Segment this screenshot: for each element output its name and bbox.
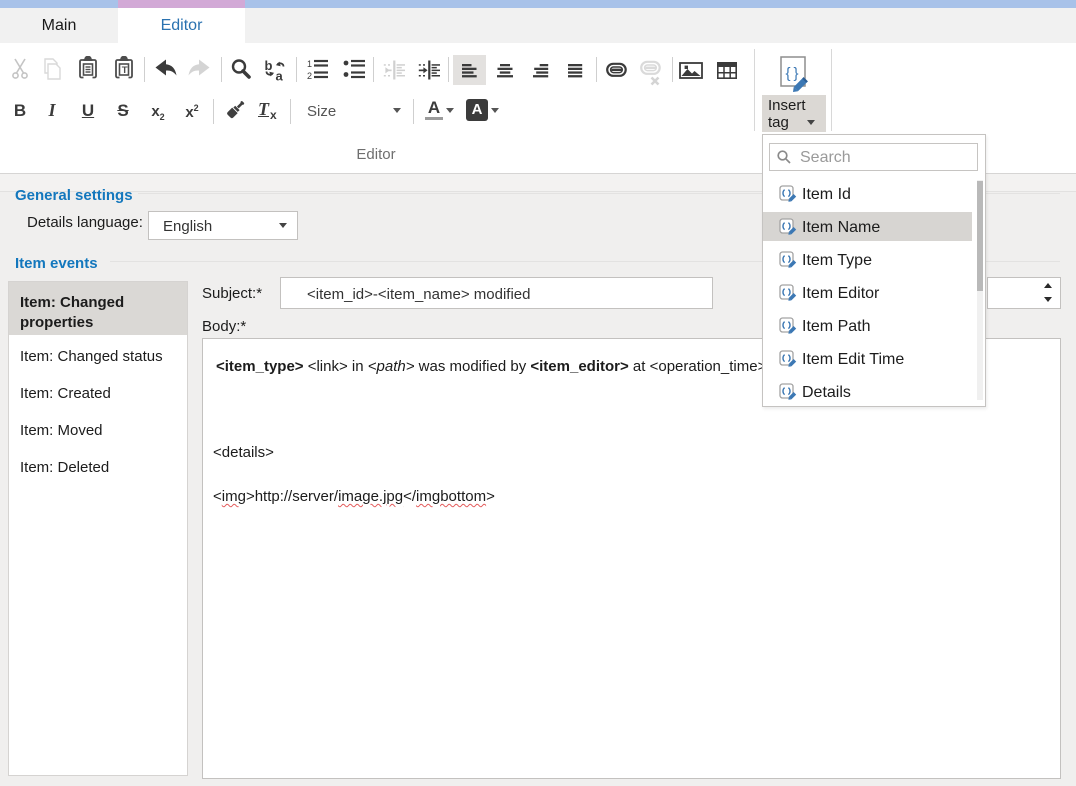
svg-text:T: T — [122, 65, 128, 76]
svg-text:}: } — [794, 65, 799, 82]
svg-text:1: 1 — [307, 59, 312, 69]
svg-text:{: { — [786, 65, 791, 82]
svg-text:b: b — [265, 58, 273, 73]
svg-text:2: 2 — [307, 71, 312, 81]
svg-text:a: a — [276, 69, 284, 82]
